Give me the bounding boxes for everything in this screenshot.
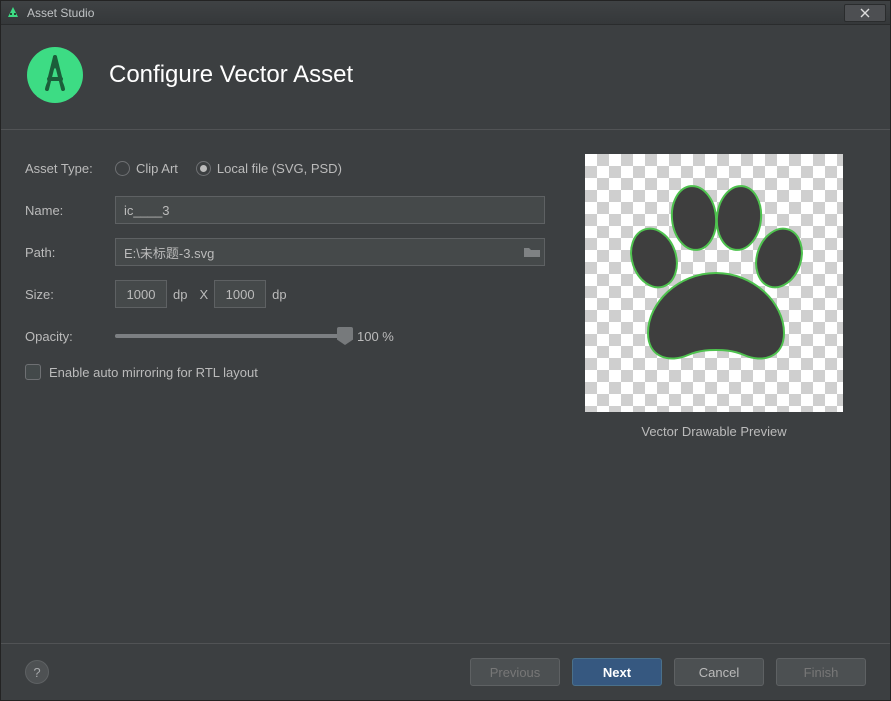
slider-thumb-icon[interactable] (337, 327, 353, 345)
opacity-slider[interactable] (115, 334, 345, 338)
name-row: Name: (25, 196, 545, 224)
preview-canvas (585, 154, 843, 412)
window-title: Asset Studio (27, 6, 844, 20)
radio-clip-art-label: Clip Art (136, 161, 178, 176)
browse-folder-icon[interactable] (523, 245, 541, 259)
next-button[interactable]: Next (572, 658, 662, 686)
finish-button[interactable]: Finish (776, 658, 866, 686)
name-input[interactable] (115, 196, 545, 224)
radio-circle-icon (115, 161, 130, 176)
android-studio-logo-icon (25, 45, 85, 105)
radio-local-file-label: Local file (SVG, PSD) (217, 161, 342, 176)
path-wrapper (115, 238, 545, 266)
asset-type-row: Asset Type: Clip Art Local file (SVG, PS… (25, 154, 545, 182)
asset-type-label: Asset Type: (25, 161, 115, 176)
content-area: Configure Vector Asset Asset Type: Clip … (1, 25, 890, 643)
size-width-input[interactable] (115, 280, 167, 308)
size-dp-label-2: dp (272, 287, 286, 302)
path-row: Path: (25, 238, 545, 266)
previous-button[interactable]: Previous (470, 658, 560, 686)
window: Asset Studio Configure Vector Asset (0, 0, 891, 701)
slider-fill (115, 334, 345, 338)
radio-local-file[interactable]: Local file (SVG, PSD) (196, 161, 342, 176)
form-area: Asset Type: Clip Art Local file (SVG, PS… (25, 154, 866, 623)
footer: ? Previous Next Cancel Finish (1, 643, 890, 700)
titlebar: Asset Studio (1, 1, 890, 25)
divider (1, 129, 890, 130)
help-button[interactable]: ? (25, 660, 49, 684)
size-x-label: X (199, 287, 208, 302)
cancel-button[interactable]: Cancel (674, 658, 764, 686)
opacity-row: Opacity: 100 % (25, 322, 545, 350)
page-title: Configure Vector Asset (109, 61, 353, 89)
paw-preview-icon (594, 163, 834, 403)
page-header: Configure Vector Asset (25, 45, 866, 105)
preview-caption: Vector Drawable Preview (641, 424, 786, 439)
mirror-label: Enable auto mirroring for RTL layout (49, 365, 258, 380)
size-height-input[interactable] (214, 280, 266, 308)
radio-clip-art[interactable]: Clip Art (115, 161, 178, 176)
name-label: Name: (25, 203, 115, 218)
form-left: Asset Type: Clip Art Local file (SVG, PS… (25, 154, 545, 623)
help-icon: ? (33, 665, 40, 680)
radio-circle-selected-icon (196, 161, 211, 176)
close-button[interactable] (844, 4, 886, 22)
asset-type-radio-group: Clip Art Local file (SVG, PSD) (115, 161, 342, 176)
size-row: Size: dp X dp (25, 280, 545, 308)
opacity-slider-wrap: 100 % (115, 329, 545, 344)
path-input[interactable] (115, 238, 545, 266)
path-label: Path: (25, 245, 115, 260)
preview-area: Vector Drawable Preview (585, 154, 843, 623)
opacity-label: Opacity: (25, 329, 115, 344)
size-dp-label-1: dp (173, 287, 187, 302)
mirror-checkbox[interactable] (25, 364, 41, 380)
opacity-value: 100 % (357, 329, 394, 344)
android-studio-icon (5, 5, 21, 21)
mirror-checkbox-row: Enable auto mirroring for RTL layout (25, 364, 545, 380)
size-label: Size: (25, 287, 115, 302)
